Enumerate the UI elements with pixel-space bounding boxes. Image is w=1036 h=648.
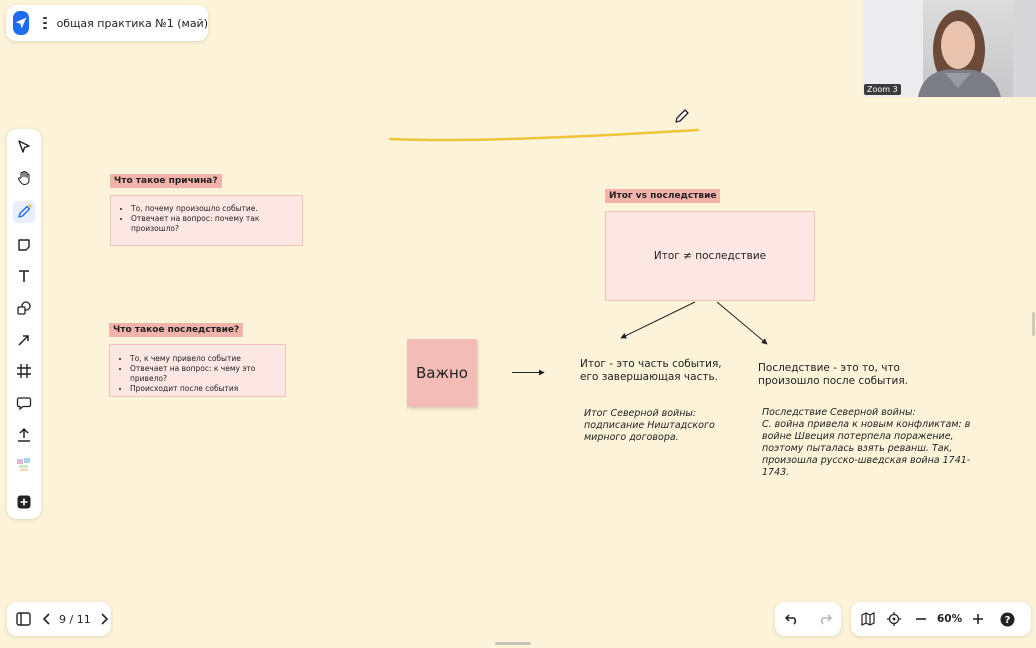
page-indicator: 9 / 11 [59,612,91,626]
frame-tool-icon[interactable] [13,360,35,382]
consequence-title[interactable]: Что такое последствие? [109,323,244,337]
result-example[interactable]: Итог Северной войны: подписание Ништадск… [584,408,715,444]
board-title[interactable]: общая практика №1 (май) [57,17,208,30]
horizontal-scroll-handle[interactable] [495,642,531,645]
participant-video-icon [863,0,1036,97]
cause-title[interactable]: Что такое причина? [110,174,222,188]
text-tool-icon[interactable] [13,265,35,287]
consequence-definition[interactable]: Последствие - это то, что произошло посл… [758,362,908,388]
upload-tool-icon[interactable] [13,424,35,446]
redo-icon[interactable] [818,613,832,625]
vertical-scroll-handle[interactable] [1032,312,1035,336]
minimap-icon[interactable] [861,612,875,626]
cause-note[interactable]: То, почему произошло событие. Отвечает н… [110,195,303,246]
pen-cursor-icon [675,109,689,123]
view-controls: 60% ? [851,602,1031,636]
zoom-out-icon[interactable] [915,613,927,625]
app-logo-icon[interactable] [13,11,29,35]
result-definition[interactable]: Итог - это часть события, его завершающа… [580,358,722,384]
history-controls [775,602,841,636]
consequence-note[interactable]: То, к чему привело событие Отвечает на в… [109,344,286,397]
consequence-example[interactable]: Последствие Северной войны: С. война при… [762,407,970,479]
center-view-icon[interactable] [887,612,901,626]
list-item: Отвечает на вопрос: почему так произошло… [131,214,294,234]
arrow-left [620,301,696,339]
video-feed: Zoom 3 [863,0,1036,97]
list-item: Происходит после события [130,384,277,394]
header-bar: общая практика №1 (май) [6,5,208,41]
menu-icon[interactable] [43,17,47,29]
pen-tool-icon[interactable] [13,201,35,223]
page-navigator: 9 / 11 [7,602,111,636]
zoom-in-icon[interactable] [972,613,984,625]
undo-icon[interactable] [784,613,799,625]
list-item: То, к чему привело событие [130,354,277,364]
next-page-icon[interactable] [100,613,108,625]
result-box[interactable]: Итог ≠ последствие [605,211,815,301]
highlighter-stroke [388,128,700,142]
sticky-note[interactable]: Важно [407,339,477,407]
connector-tool-icon[interactable] [13,329,35,351]
shapes-tool-icon[interactable] [13,297,35,319]
result-box-text: Итог ≠ последствие [653,250,767,262]
sticky-note-tool-icon[interactable] [13,234,35,256]
svg-text:?: ? [1005,615,1011,626]
sidebar-toggle-icon[interactable] [16,612,31,626]
zoom-level[interactable]: 60% [937,613,962,625]
list-item: То, почему произошло событие. [131,204,294,214]
result-title[interactable]: Итог vs последствие [605,189,721,203]
video-label: Zoom 3 [864,84,901,95]
select-tool-icon[interactable] [13,136,35,158]
help-icon[interactable]: ? [1000,612,1015,627]
hand-tool-icon[interactable] [13,167,35,189]
list-item: Отвечает на вопрос: к чему это привело? [130,364,277,384]
prev-page-icon[interactable] [43,613,51,625]
more-tools-icon[interactable] [13,491,35,513]
left-toolbar [7,129,41,519]
comment-tool-icon[interactable] [13,392,35,414]
templates-tool-icon[interactable] [13,453,35,475]
arrow-right [716,301,768,345]
